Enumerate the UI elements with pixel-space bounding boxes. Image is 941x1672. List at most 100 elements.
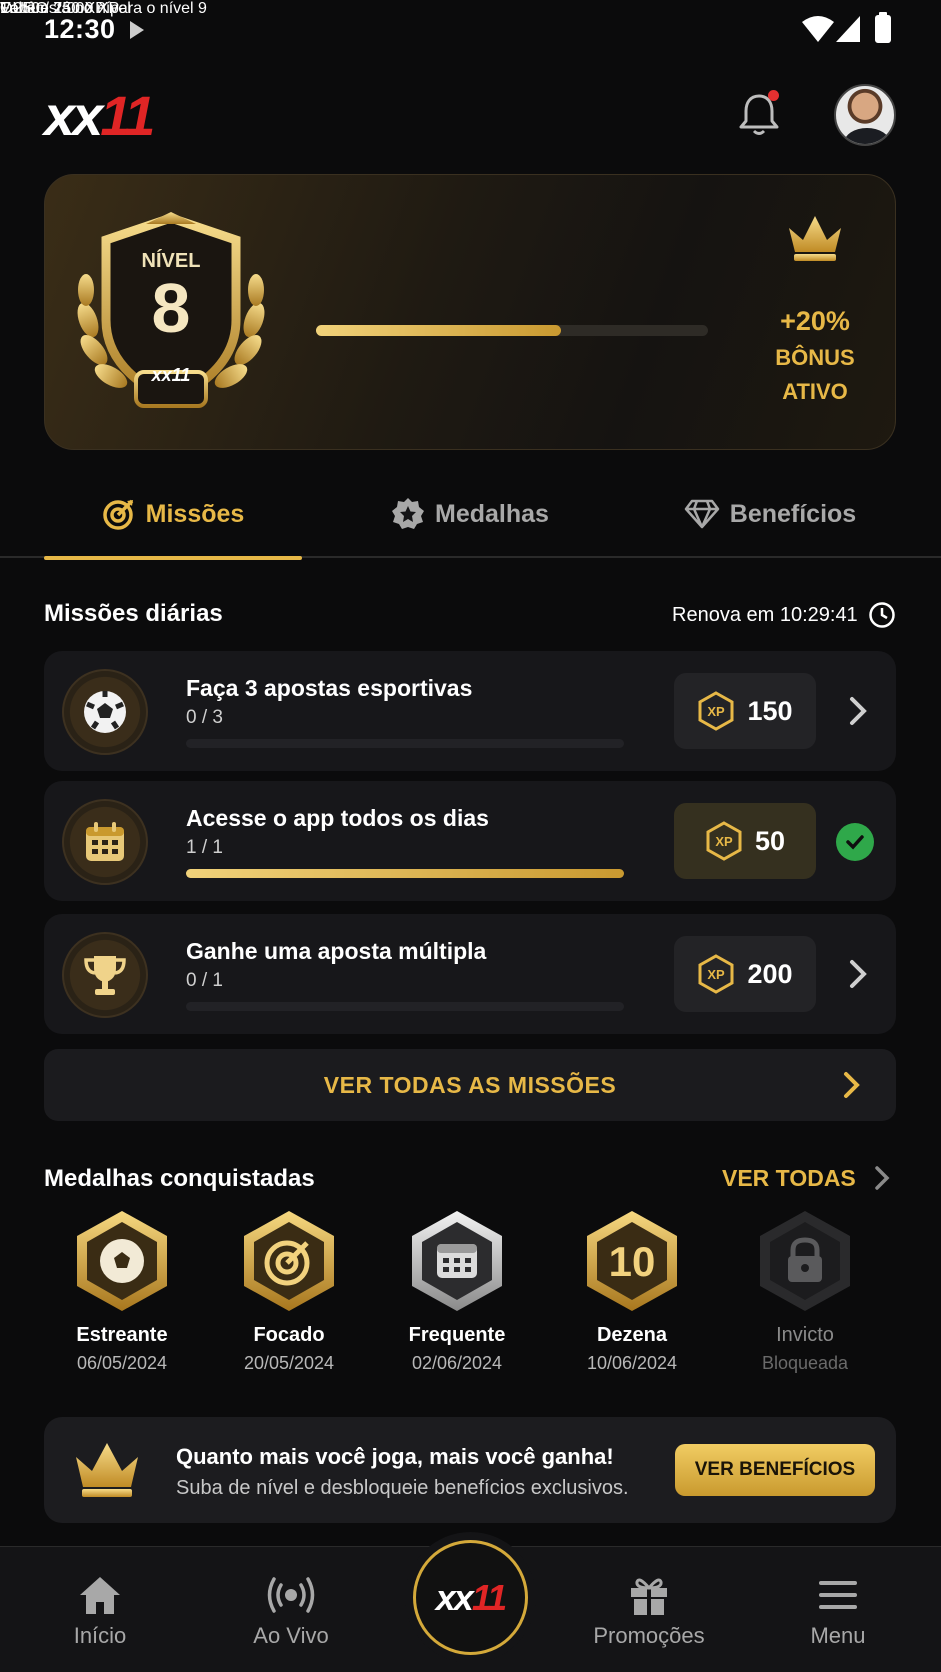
tab-medalhas[interactable]: Medalhas xyxy=(340,470,600,558)
mission-progress-bar xyxy=(186,1002,624,1011)
soccer-ball-icon xyxy=(77,1211,167,1311)
calendar-icon xyxy=(412,1211,502,1311)
xp-hex-icon: XP xyxy=(698,954,734,994)
battery-icon xyxy=(875,12,891,43)
renew-timer: Renova em 10:29:41 xyxy=(672,601,896,629)
mission-title: Faça 3 apostas esportivas xyxy=(186,675,473,701)
nav-item-inicio[interactable]: Início xyxy=(25,1547,175,1672)
mission-reward-value: 200 xyxy=(747,958,793,989)
center-logo-accent: 11 xyxy=(471,1576,507,1618)
badge-logo: xx11 xyxy=(151,365,191,385)
bonus-label: BÔNUS xyxy=(775,345,855,370)
see-all-missions-button[interactable]: VER TODAS AS MISSÕES xyxy=(44,1049,896,1121)
medal-item[interactable]: Estreante 06/05/2024 xyxy=(37,1208,207,1374)
level-remaining: Faltam 750 XP para o nível 9 xyxy=(0,0,207,17)
tab-bar: Missões Medalhas Benefícios xyxy=(0,470,941,560)
bonus-status: ATIVO xyxy=(782,379,848,404)
medal-badge-text: 10 xyxy=(609,1238,656,1285)
medals-title: Medalhas conquistadas xyxy=(44,1165,315,1192)
tab-beneficios[interactable]: Benefícios xyxy=(640,470,900,558)
status-time: 12:30 xyxy=(44,14,116,44)
nav-item-menu[interactable]: Menu xyxy=(763,1547,913,1672)
nav-label: Promoções xyxy=(593,1623,705,1648)
chevron-right-icon xyxy=(850,697,867,725)
xp-hex-icon: XP xyxy=(706,821,742,861)
medal-date: 10/06/2024 xyxy=(586,1353,678,1373)
renew-text: Renova em 10:29:41 xyxy=(672,603,858,626)
medal-item[interactable]: Focado 20/05/2024 xyxy=(204,1208,374,1374)
mission-progress-text: 0 / 1 xyxy=(186,970,223,991)
xp-badge-text: XP xyxy=(708,704,726,719)
mission-progress-fill xyxy=(186,869,624,878)
medal-date: Bloqueada xyxy=(761,1353,849,1373)
chevron-right-icon xyxy=(875,1166,890,1190)
brand-logo[interactable]: xx11 xyxy=(44,88,155,144)
mission-reward: XP 150 xyxy=(674,673,816,749)
level-progress-bar xyxy=(316,325,708,336)
target-icon xyxy=(102,499,133,530)
soccer-ball-icon xyxy=(84,691,126,733)
medal-date: 02/06/2024 xyxy=(411,1353,503,1373)
gift-icon xyxy=(631,1578,667,1615)
mission-reward-value: 50 xyxy=(754,825,786,856)
promo-headline: Quanto mais você joga, mais você ganha! xyxy=(176,1444,614,1469)
mission-reward: XP 50 xyxy=(674,803,816,879)
nav-label: Ao Vivo xyxy=(253,1623,329,1648)
center-home-button[interactable]: xx 11 xyxy=(413,1540,528,1655)
signal-icon xyxy=(836,16,860,42)
avatar[interactable] xyxy=(834,84,896,146)
tab-label: Missões xyxy=(145,499,245,528)
see-all-medals-label: VER TODAS xyxy=(722,1164,856,1191)
mission-card[interactable]: Ganhe uma aposta múltipla 0 / 1 XP 200 xyxy=(44,914,896,1034)
calendar-icon xyxy=(86,822,124,861)
badge-number: 8 xyxy=(151,269,191,347)
mission-progress-text: 1 / 1 xyxy=(186,837,223,858)
lock-icon xyxy=(760,1211,850,1311)
tab-missoes[interactable]: Missões xyxy=(44,470,302,560)
see-all-missions-label: VER TODAS AS MISSÕES xyxy=(323,1071,617,1098)
nav-item-promocoes[interactable]: Promoções xyxy=(574,1547,724,1672)
nav-label: Menu xyxy=(810,1623,866,1648)
see-benefits-button[interactable]: VER BENEFÍCIOS xyxy=(675,1444,875,1496)
medal-name: Estreante xyxy=(76,1324,168,1346)
promo-subtitle: Suba de nível e desbloqueie benefícios e… xyxy=(176,1477,629,1499)
mission-icon xyxy=(62,669,148,755)
logo-accent-text: 11 xyxy=(100,84,155,147)
chevron-right-icon xyxy=(850,960,867,988)
tab-underline xyxy=(44,556,302,560)
medal-name: Focado xyxy=(253,1324,325,1346)
mission-progress-text: 0 / 3 xyxy=(186,707,223,728)
tab-label: Medalhas xyxy=(435,499,549,528)
notifications-button[interactable] xyxy=(735,90,783,138)
medal-date: 20/05/2024 xyxy=(243,1353,335,1373)
mission-icon xyxy=(62,932,148,1018)
mission-card[interactable]: Acesse o app todos os dias 1 / 1 XP 50 xyxy=(44,781,896,901)
nav-item-ao-vivo[interactable]: Ao Vivo xyxy=(216,1547,366,1672)
bonus-percent: +20% xyxy=(780,306,850,336)
medal-item[interactable]: Invicto Bloqueada xyxy=(720,1208,890,1374)
number-10-icon: 10 xyxy=(587,1211,677,1311)
medal-date: 06/05/2024 xyxy=(76,1353,168,1373)
medal-item[interactable]: Frequente 02/06/2024 xyxy=(372,1208,542,1374)
mission-title: Ganhe uma aposta múltipla xyxy=(186,938,487,964)
mission-reward-value: 150 xyxy=(747,695,793,726)
medal-name: Dezena xyxy=(596,1324,668,1346)
star-badge-icon xyxy=(392,498,425,529)
clock-icon xyxy=(868,602,895,628)
mission-progress-bar xyxy=(186,739,624,748)
benefits-promo-banner: Quanto mais você joga, mais você ganha! … xyxy=(44,1417,896,1523)
mission-title: Acesse o app todos os dias xyxy=(186,805,489,831)
medal-item[interactable]: 10 Dezena 10/06/2024 xyxy=(547,1208,717,1374)
target-icon xyxy=(244,1211,334,1311)
chevron-right-icon xyxy=(844,1072,860,1098)
mission-card[interactable]: Faça 3 apostas esportivas 0 / 3 XP 150 xyxy=(44,651,896,771)
trophy-icon xyxy=(84,956,126,995)
wifi-icon xyxy=(802,16,834,42)
nav-label: Início xyxy=(73,1623,127,1648)
mission-progress-bar xyxy=(186,869,624,878)
see-all-medals-link[interactable]: VER TODAS xyxy=(722,1164,892,1192)
diamond-icon xyxy=(684,499,720,529)
check-icon xyxy=(836,823,874,861)
mission-reward: XP 200 xyxy=(674,936,816,1012)
crown-icon xyxy=(76,1443,138,1497)
